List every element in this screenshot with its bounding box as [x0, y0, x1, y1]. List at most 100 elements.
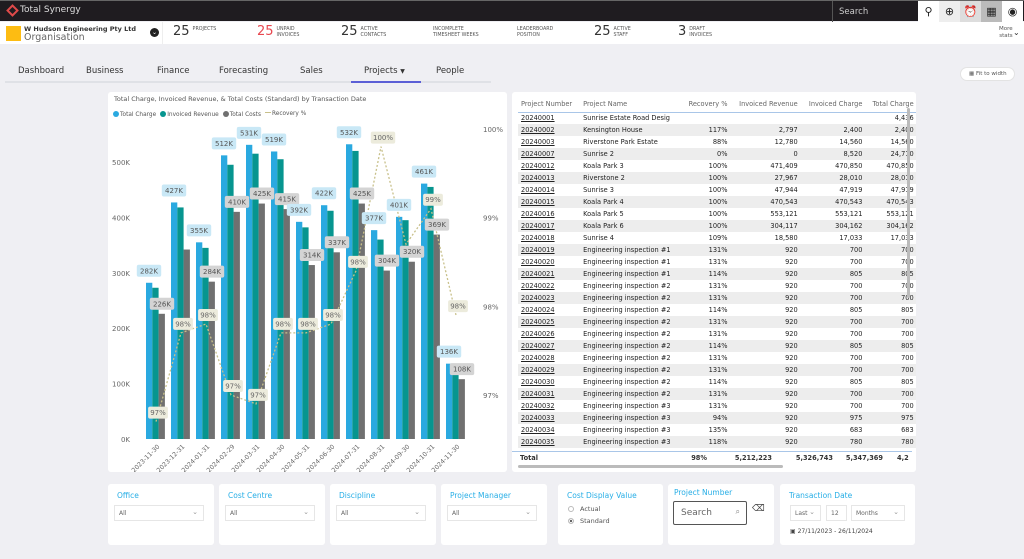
stat-unpaid[interactable]: 25 Unpaid Invoices	[257, 25, 299, 39]
more-stats-button[interactable]: More stats	[999, 26, 1013, 40]
project-number-link[interactable]: 20240007	[518, 148, 581, 160]
add-circle-icon[interactable]: ⊕	[939, 1, 960, 22]
discipline-select[interactable]: All ⌄	[336, 505, 426, 521]
org-dropdown-icon[interactable]: ⌄	[150, 28, 159, 37]
stat-draft[interactable]: 3 Draft Invoices	[678, 25, 712, 39]
project-number-link[interactable]: 20240003	[518, 136, 580, 148]
project-number-link[interactable]: 20240019	[518, 244, 581, 256]
tab-dashboard[interactable]: Dashboard	[18, 66, 64, 76]
table-row[interactable]: 20240003 Riverstone Park Estate 88% 12,780 1…	[518, 136, 916, 148]
project-number-link[interactable]: 20240014	[518, 184, 580, 196]
table-row[interactable]: 20240018 Sunrise 4 109% 18,580 17,033 17,033	[518, 232, 916, 244]
period-count-input[interactable]: 12	[826, 505, 847, 521]
table-row[interactable]: 20240030 Engineering inspection #2 114% 920…	[518, 376, 916, 388]
project-number-link[interactable]: 20240023	[518, 292, 581, 304]
period-unit-select[interactable]: Months ⌄	[851, 505, 905, 521]
calendar-icon[interactable]: ▦	[981, 1, 1002, 22]
project-number-link[interactable]: 20240035	[518, 436, 581, 448]
project-number-link[interactable]: 20240028	[518, 352, 580, 364]
column-header[interactable]: Invoiced Charge	[800, 96, 866, 113]
table-row[interactable]: 20240007 Sunrise 2 0% 0 8,520 24,710	[518, 148, 916, 160]
table-row[interactable]: 20240024 Engineering inspection #2 114% 920…	[518, 304, 916, 316]
table-row[interactable]: 20240019 Engineering inspection #1 131% 920…	[518, 244, 916, 256]
project-number-link[interactable]: 20240032	[518, 400, 580, 412]
location-pin-icon[interactable]: ⚲	[918, 1, 939, 22]
stat-projects[interactable]: 25 Projects	[173, 25, 216, 39]
table-row[interactable]: 20240032 Engineering inspection #3 131% 920…	[518, 400, 916, 412]
tab-people[interactable]: People	[436, 66, 464, 76]
office-select[interactable]: All ⌄	[114, 505, 204, 521]
table-row[interactable]: 20240025 Engineering inspection #2 131% 920…	[518, 316, 916, 328]
project-number-link[interactable]: 20240027	[518, 340, 581, 352]
vertical-scrollbar[interactable]	[907, 108, 910, 298]
tab-business[interactable]: Business	[86, 66, 123, 76]
column-header[interactable]: Project Number	[518, 96, 581, 113]
table-row[interactable]: 20240012 Koala Park 3 100% 471,409 470,850 47…	[518, 160, 916, 172]
project-number-link[interactable]: 20240001	[518, 112, 580, 124]
project-number-link[interactable]: 20240034	[518, 424, 580, 436]
brand-logo[interactable]: Total Synergy	[6, 3, 81, 17]
table-row[interactable]: 20240034 Engineering inspection #3 135% 920…	[518, 424, 916, 436]
table-row[interactable]: 20240021 Engineering inspection #1 114% 920…	[518, 268, 916, 280]
cost-centre-select[interactable]: All ⌄	[225, 505, 315, 521]
project-number-link[interactable]: 20240018	[518, 232, 580, 244]
legend-item[interactable]: Total Charge	[113, 111, 156, 118]
chevron-down-icon[interactable]: ⌄	[1013, 28, 1020, 37]
table-row[interactable]: 20240001 Sunrise Estate Road Desig 4,436	[518, 112, 916, 124]
tab-forecasting[interactable]: Forecasting	[219, 66, 268, 76]
fit-to-width-button[interactable]: ▦ Fit to width	[960, 67, 1015, 81]
tab-sales[interactable]: Sales	[300, 66, 323, 76]
table-row[interactable]: 20240016 Koala Park 5 100% 553,121 553,121 55…	[518, 208, 916, 220]
table-row[interactable]: 20240023 Engineering inspection #2 131% 920…	[518, 292, 916, 304]
table-row[interactable]: 20240013 Riverstone 2 100% 27,967 28,010 28,0…	[518, 172, 916, 184]
tab-finance[interactable]: Finance	[157, 66, 190, 76]
radio-standard[interactable]: Standard	[568, 517, 610, 525]
table-row[interactable]: 20240029 Engineering inspection #2 131% 920…	[518, 364, 916, 376]
eraser-icon[interactable]: ⌫	[752, 504, 765, 514]
project-number-link[interactable]: 20240002	[518, 124, 581, 136]
stat-active[interactable]: 25 Active Contacts	[341, 25, 386, 39]
radio-actual[interactable]: Actual	[568, 505, 600, 513]
project-number-link[interactable]: 20240022	[518, 280, 580, 292]
project-number-link[interactable]: 20240021	[518, 268, 581, 280]
table-row[interactable]: 20240014 Sunrise 3 100% 47,944 47,919 47,919	[518, 184, 916, 196]
project-number-link[interactable]: 20240020	[518, 256, 580, 268]
legend-item[interactable]: Invoiced Revenue	[160, 111, 219, 118]
column-header[interactable]: Invoiced Revenue	[730, 96, 801, 113]
project-number-link[interactable]: 20240033	[518, 412, 581, 424]
stat-incomplete[interactable]: Incomplete Timesheet Weeks	[430, 25, 479, 38]
global-search-input[interactable]: Search	[832, 1, 918, 22]
table-row[interactable]: 20240002 Kensington House 117% 2,797 2,400 2,…	[518, 124, 916, 136]
table-row[interactable]: 20240022 Engineering inspection #2 131% 920…	[518, 280, 916, 292]
project-number-link[interactable]: 20240026	[518, 328, 580, 340]
table-row[interactable]: 20240015 Koala Park 4 100% 470,543 470,543 47…	[518, 196, 916, 208]
user-account-icon[interactable]: ◉	[1002, 1, 1023, 22]
table-row[interactable]: 20240033 Engineering inspection #3 94% 920 9…	[518, 412, 916, 424]
table-row[interactable]: 20240020 Engineering inspection #1 131% 920…	[518, 256, 916, 268]
table-row[interactable]: 20240035 Engineering inspection #3 118% 920…	[518, 436, 916, 448]
project-number-link[interactable]: 20240031	[518, 388, 581, 400]
project-number-link[interactable]: 20240013	[518, 172, 581, 184]
legend-item[interactable]: Recovery %	[264, 111, 306, 118]
project-number-link[interactable]: 20240030	[518, 376, 580, 388]
stat-active[interactable]: 25 Active Staff	[594, 25, 631, 39]
project-number-search-input[interactable]: Search ⌕	[673, 501, 747, 525]
column-header[interactable]: Recovery %	[681, 96, 731, 113]
project-number-link[interactable]: 20240017	[518, 220, 581, 232]
column-header[interactable]: Project Name	[580, 96, 682, 113]
table-row[interactable]: 20240028 Engineering inspection #2 131% 920…	[518, 352, 916, 364]
project-number-link[interactable]: 20240015	[518, 196, 581, 208]
table-row[interactable]: 20240027 Engineering inspection #2 114% 920…	[518, 340, 916, 352]
project-number-link[interactable]: 20240016	[518, 208, 580, 220]
stat-leaderboard[interactable]: Leaderboard Position	[514, 25, 553, 38]
table-row[interactable]: 20240031 Engineering inspection #2 131% 920…	[518, 388, 916, 400]
period-select[interactable]: Last ⌄	[790, 505, 821, 521]
project-number-link[interactable]: 20240012	[518, 160, 580, 172]
horizontal-scrollbar[interactable]	[518, 465, 783, 468]
table-row[interactable]: 20240017 Koala Park 6 100% 304,117 304,162 30…	[518, 220, 916, 232]
project-number-link[interactable]: 20240024	[518, 304, 580, 316]
tab-projects[interactable]: Projects ▼	[364, 66, 405, 76]
project-number-link[interactable]: 20240025	[518, 316, 581, 328]
project-manager-select[interactable]: All ⌄	[447, 505, 537, 521]
legend-item[interactable]: Total Costs	[222, 111, 261, 118]
